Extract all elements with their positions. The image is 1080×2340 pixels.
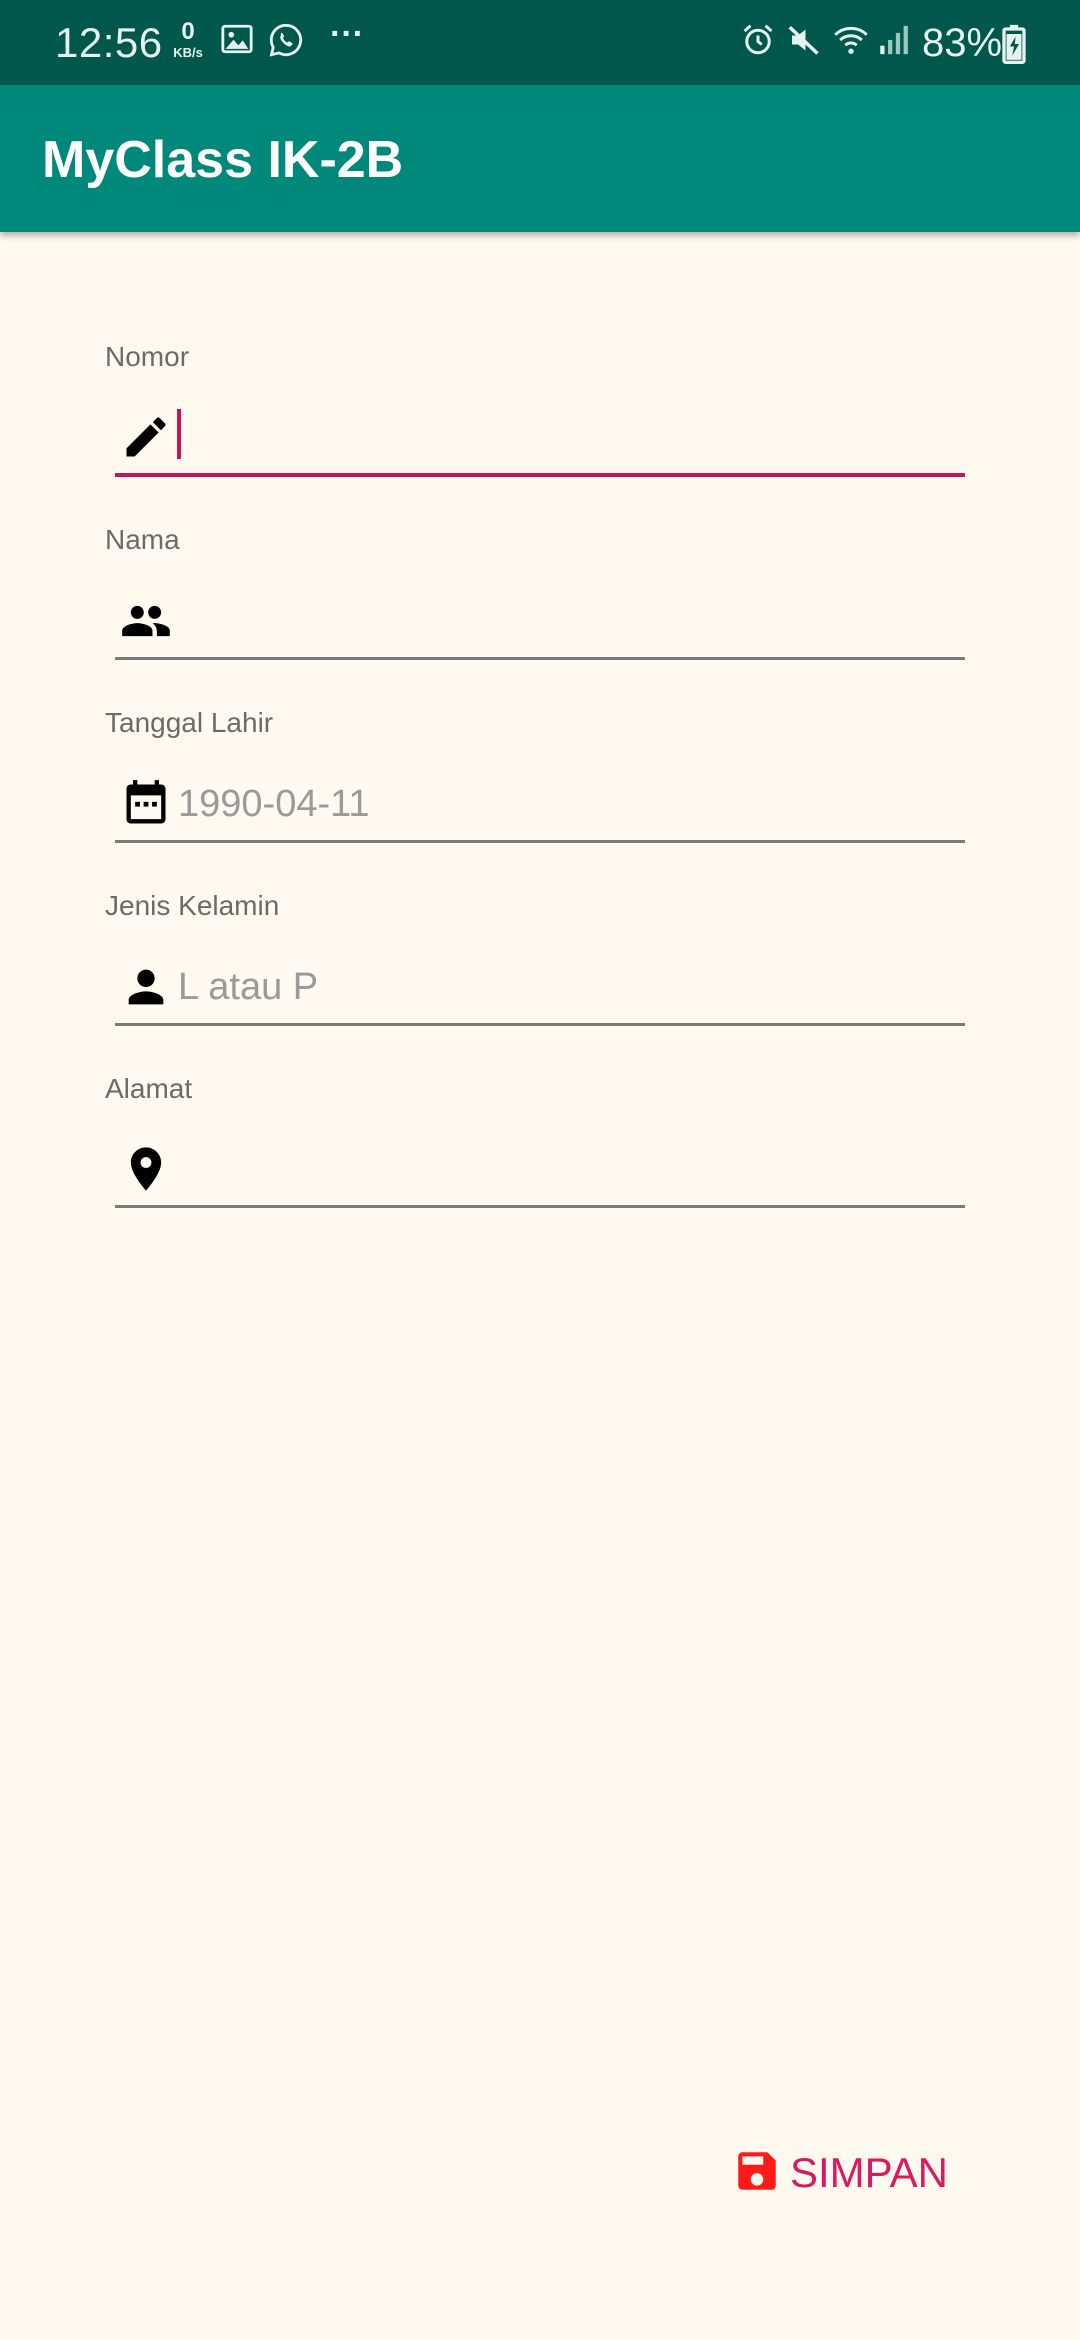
mute-icon	[788, 25, 819, 55]
status-time: 12:56	[55, 19, 163, 66]
network-speed-value: 0	[181, 18, 195, 45]
alamat-field[interactable]	[115, 1125, 965, 1208]
simpan-label: SIMPAN	[790, 2149, 948, 2196]
tanggal-lahir-input: 1990-04-11	[178, 783, 370, 825]
battery-charging-icon	[1002, 24, 1026, 64]
nomor-label: Nomor	[105, 341, 190, 372]
pencil-icon	[126, 417, 166, 457]
alarm-icon	[743, 24, 773, 55]
location-pin-icon	[130, 1147, 162, 1191]
gallery-icon	[221, 24, 253, 54]
tanggal-lahir-field[interactable]: 1990-04-11	[115, 760, 965, 843]
whatsapp-icon	[269, 23, 303, 57]
calendar-icon	[126, 780, 166, 824]
jenis-kelamin-input: L atau P	[178, 966, 319, 1008]
nama-field[interactable]	[115, 577, 965, 660]
network-speed-unit: KB/s	[173, 45, 203, 60]
app-title: MyClass IK-2B	[42, 131, 404, 189]
status-bar: 12:56 0 KB/s ··· 83%	[0, 0, 1080, 85]
nama-label: Nama	[105, 524, 180, 555]
save-icon	[738, 2152, 776, 2190]
signal-icon	[880, 25, 908, 55]
jenis-kelamin-field[interactable]: L atau P	[115, 943, 965, 1026]
text-cursor	[177, 409, 181, 459]
person-icon	[128, 969, 164, 1005]
nomor-field[interactable]	[115, 393, 965, 477]
network-speed-indicator: 0 KB/s	[168, 18, 208, 60]
battery-percent: 83%	[922, 21, 1003, 65]
people-icon	[122, 605, 170, 637]
jenis-kelamin-label: Jenis Kelamin	[105, 890, 280, 921]
more-notifications-icon: ···	[330, 15, 364, 53]
wifi-icon	[834, 26, 868, 54]
tanggal-lahir-label: Tanggal Lahir	[105, 707, 274, 738]
simpan-button[interactable]: SIMPAN	[728, 2140, 958, 2200]
app-bar: MyClass IK-2B	[0, 85, 1080, 232]
alamat-label: Alamat	[105, 1073, 193, 1104]
